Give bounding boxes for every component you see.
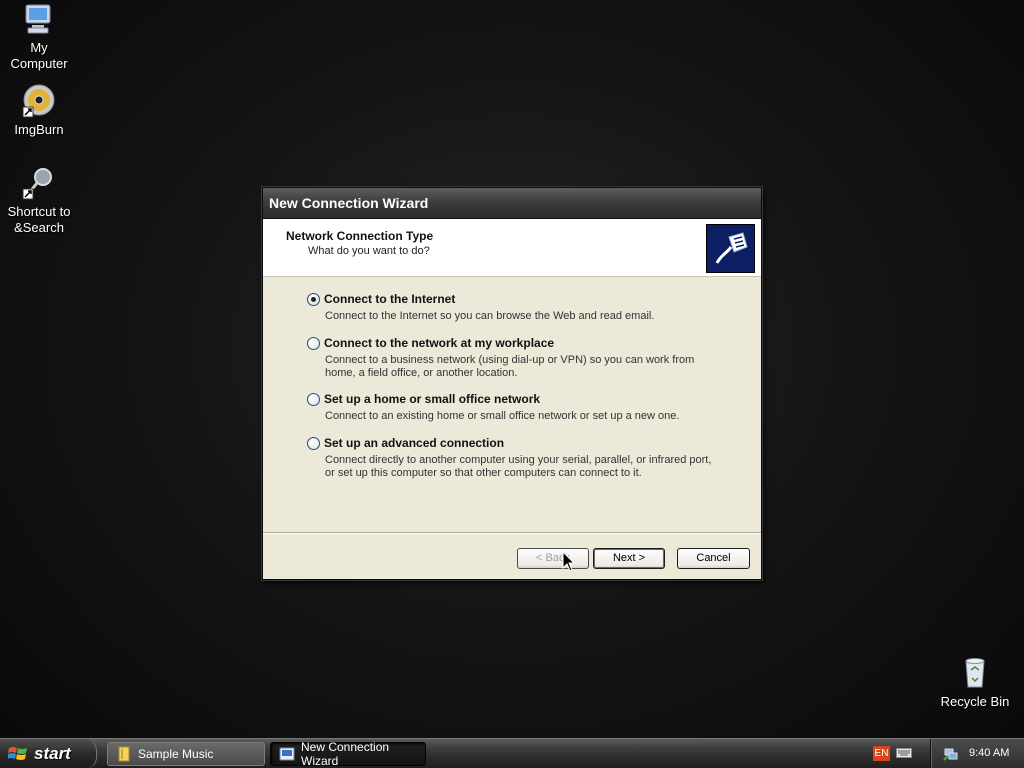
start-label: start — [34, 744, 71, 763]
wizard-page-title: Network Connection Type — [286, 229, 434, 243]
imgburn-disc-icon — [22, 84, 56, 118]
cancel-button[interactable]: Cancel — [677, 548, 750, 569]
radio-workplace-network[interactable] — [307, 336, 320, 350]
desktop-icon-my-computer[interactable]: My Computer — [0, 2, 78, 72]
option-description: Connect to an existing home or small off… — [325, 410, 680, 422]
network-connection-icon[interactable] — [943, 746, 959, 762]
option-connect-internet[interactable]: Connect to the Internet Connect to the I… — [307, 292, 720, 323]
option-label[interactable]: Set up an advanced connection — [324, 436, 504, 450]
button-separator — [263, 532, 761, 534]
option-advanced-connection[interactable]: Set up an advanced connection Connect di… — [307, 436, 720, 480]
option-description: Connect to a business network (using dia… — [325, 354, 695, 379]
keyboard-icon[interactable] — [896, 747, 912, 759]
desktop-icon-label: Shortcut to &Search — [7, 204, 71, 235]
option-description: Connect to the Internet so you can brows… — [325, 310, 655, 322]
search-shortcut-icon — [22, 166, 56, 200]
option-label[interactable]: Set up a home or small office network — [324, 392, 540, 406]
mouse-cursor-icon — [562, 550, 576, 573]
folder-icon — [116, 746, 132, 762]
system-tray: 9:40 AM — [930, 739, 1024, 768]
taskbar: start Sample Music New Connection Wizard… — [0, 738, 1024, 768]
new-connection-wizard-window: New Connection Wizard Network Connection… — [262, 187, 762, 580]
radio-home-network[interactable] — [307, 392, 320, 406]
taskbar-item-label: Sample Music — [138, 747, 214, 761]
desktop-icon-label: My Computer — [10, 40, 68, 71]
option-workplace-network[interactable]: Connect to the network at my workplace C… — [307, 336, 720, 380]
taskbar-item-new-connection-wizard[interactable]: New Connection Wizard — [270, 740, 426, 768]
radio-connect-internet[interactable] — [307, 292, 320, 306]
wizard-page-subtitle: What do you want to do? — [308, 245, 430, 257]
radio-advanced-connection[interactable] — [307, 436, 320, 450]
my-computer-icon — [22, 2, 56, 36]
clock[interactable]: 9:40 AM — [969, 747, 1009, 759]
connection-type-options: Connect to the Internet Connect to the I… — [263, 277, 761, 532]
desktop-icon-search-shortcut[interactable]: Shortcut to &Search — [0, 166, 78, 236]
wizard-icon — [279, 746, 295, 762]
option-label[interactable]: Connect to the network at my workplace — [324, 336, 554, 350]
option-description: Connect directly to another computer usi… — [325, 454, 712, 479]
taskbar-item-label: New Connection Wizard — [301, 740, 390, 768]
wizard-header: Network Connection Type What do you want… — [263, 219, 761, 277]
desktop-icon-label: ImgBurn — [14, 122, 64, 137]
language-indicator[interactable]: EN — [873, 746, 890, 761]
option-home-network[interactable]: Set up a home or small office network Co… — [307, 392, 720, 423]
option-label[interactable]: Connect to the Internet — [324, 292, 455, 306]
desktop-icon-imgburn[interactable]: ImgBurn — [0, 84, 78, 138]
network-cable-icon — [706, 224, 755, 273]
taskbar-item-sample-music[interactable]: Sample Music — [107, 742, 265, 766]
back-button[interactable]: < Back — [517, 548, 589, 569]
recycle-bin-icon — [958, 656, 992, 690]
window-title[interactable]: New Connection Wizard — [263, 188, 761, 219]
start-button[interactable]: start — [0, 739, 97, 768]
desktop-icon-label: Recycle Bin — [940, 694, 1010, 709]
next-button[interactable]: Next > — [593, 548, 665, 569]
windows-logo-icon — [7, 745, 28, 763]
desktop-icon-recycle-bin[interactable]: Recycle Bin — [936, 656, 1014, 710]
